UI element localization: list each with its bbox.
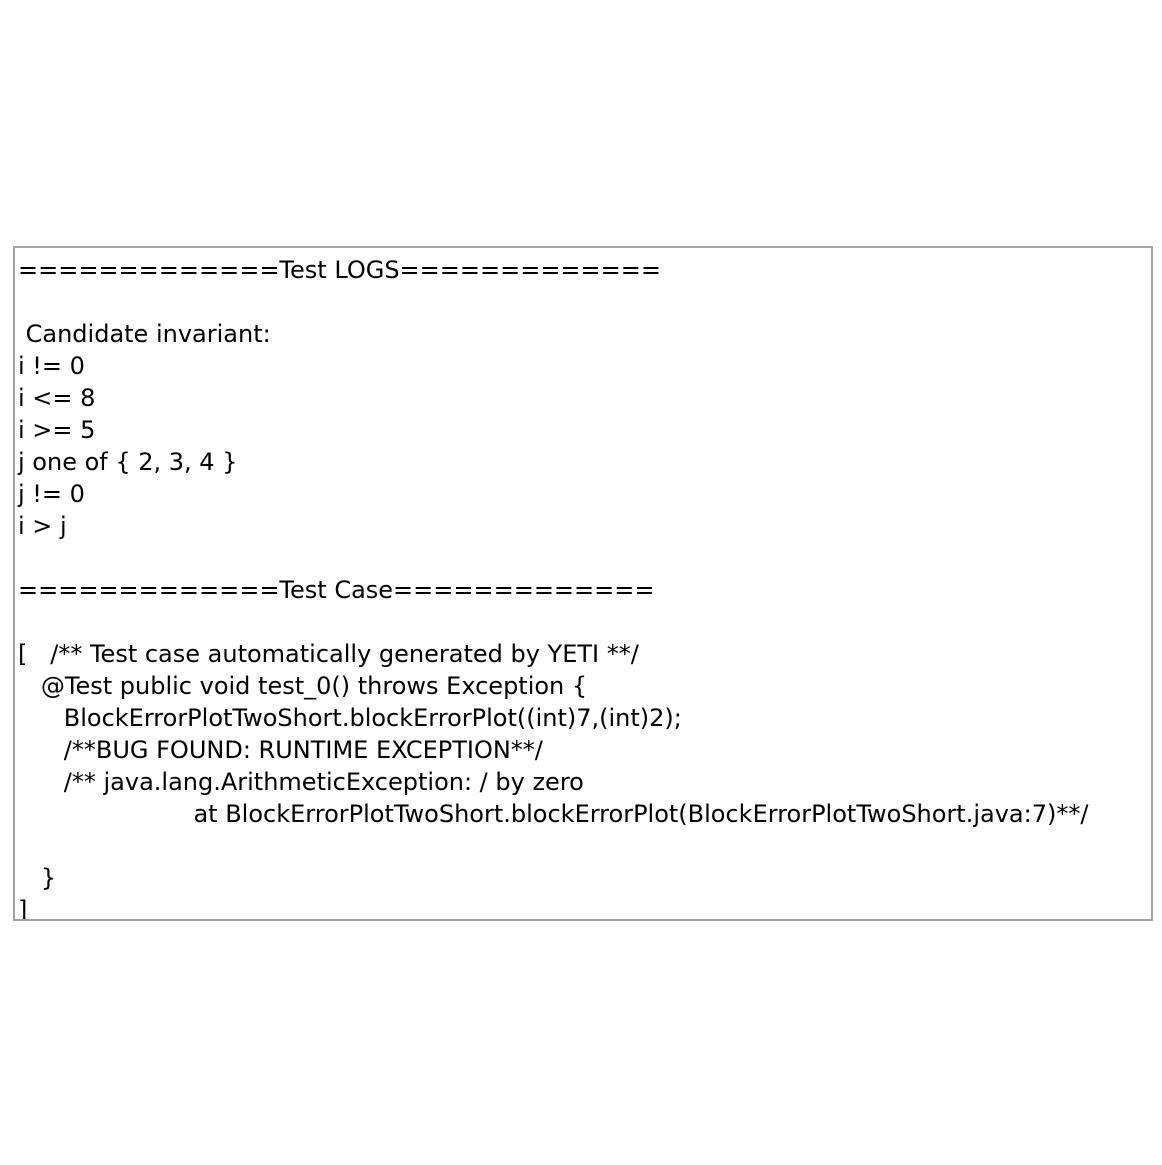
log-line: =============Test LOGS============= bbox=[18, 256, 661, 284]
log-line: j one of { 2, 3, 4 } bbox=[18, 448, 238, 476]
log-line: i >= 5 bbox=[18, 416, 96, 444]
log-line: /**BUG FOUND: RUNTIME EXCEPTION**/ bbox=[18, 736, 543, 764]
log-line: j != 0 bbox=[18, 480, 85, 508]
test-log-textarea[interactable]: =============Test LOGS============= Cand… bbox=[13, 246, 1153, 921]
log-line: =============Test Case============= bbox=[18, 576, 655, 604]
log-line: /** java.lang.ArithmeticException: / by … bbox=[18, 768, 584, 796]
log-line: Candidate invariant: bbox=[18, 320, 271, 348]
log-line: [ /** Test case automatically generated … bbox=[18, 640, 639, 668]
log-line: i != 0 bbox=[18, 352, 85, 380]
log-line: ] bbox=[18, 896, 28, 921]
log-line: at BlockErrorPlotTwoShort.blockErrorPlot… bbox=[18, 800, 1089, 828]
log-line: } bbox=[18, 864, 57, 892]
test-log-content: =============Test LOGS============= Cand… bbox=[15, 248, 1151, 921]
log-line: @Test public void test_0() throws Except… bbox=[18, 672, 588, 700]
log-line: i > j bbox=[18, 512, 67, 540]
log-line: i <= 8 bbox=[18, 384, 96, 412]
log-line: BlockErrorPlotTwoShort.blockErrorPlot((i… bbox=[18, 704, 682, 732]
